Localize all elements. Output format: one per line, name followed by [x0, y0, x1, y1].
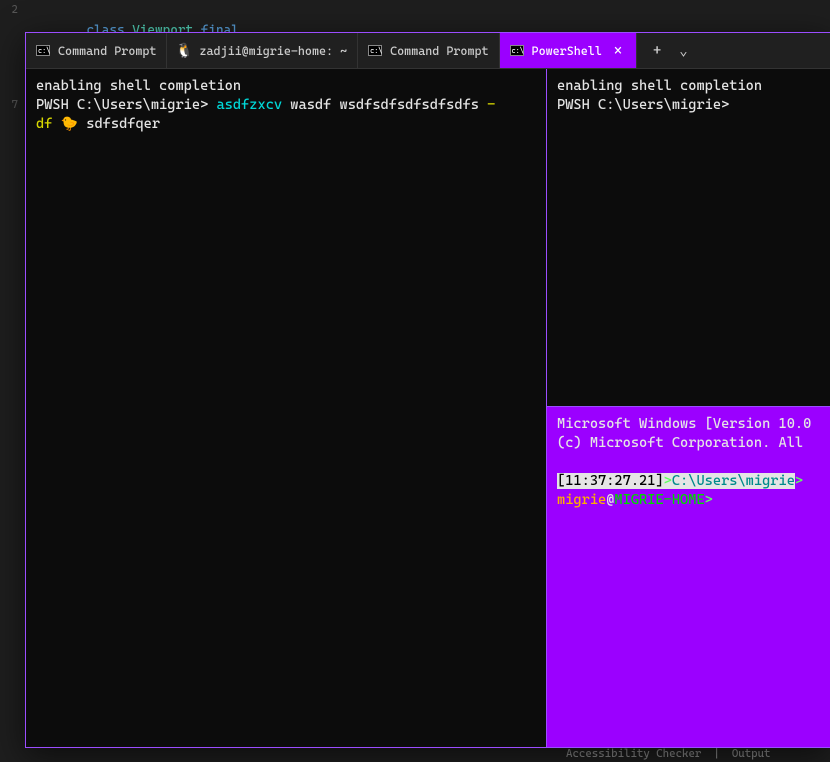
tux-icon: 🐧: [177, 44, 191, 58]
tab-linux[interactable]: 🐧 zadjii@migrie-home: ~: [167, 33, 358, 68]
pane-right: enabling shell completion PWSH C:\Users\…: [547, 69, 830, 747]
term-line: Microsoft Windows [Version 10.0: [557, 416, 811, 432]
term-line: (c) Microsoft Corporation. All: [557, 435, 811, 451]
cmd-icon: c:\: [36, 45, 50, 56]
status-output[interactable]: Output: [732, 747, 771, 760]
prompt-sep: >: [664, 473, 672, 489]
prompt-host: MIGRIE-HOME: [614, 492, 704, 508]
pane-right-bottom[interactable]: Microsoft Windows [Version 10.0 (c) Micr…: [547, 407, 830, 747]
pane-right-top[interactable]: enabling shell completion PWSH C:\Users\…: [547, 69, 830, 407]
pane-left[interactable]: enabling shell completion PWSH C:\Users\…: [26, 69, 547, 747]
new-tab-button[interactable]: +: [647, 39, 667, 63]
cmd-token: asdfzxcv: [216, 97, 282, 113]
tab-command-prompt-1[interactable]: c:\ Command Prompt: [26, 33, 167, 68]
editor-gutter: 27: [0, 0, 22, 762]
emoji-icon: 🐤: [61, 116, 78, 132]
prompt-sep: >: [795, 473, 803, 489]
cmd-icon: c:\: [368, 45, 382, 56]
tab-label: Command Prompt: [390, 44, 488, 58]
terminal-panes: enabling shell completion PWSH C:\Users\…: [26, 69, 830, 747]
tab-label: Command Prompt: [58, 44, 156, 58]
term-line: enabling shell completion: [557, 78, 762, 94]
cmd-token: -: [487, 97, 495, 113]
tab-powershell[interactable]: c:\ PowerShell ×: [500, 33, 638, 68]
timestamp: [11:37:27.21]: [557, 473, 664, 489]
close-icon[interactable]: ×: [610, 43, 626, 59]
cmd-token: sdfsdfqer: [78, 116, 160, 132]
status-accessibility[interactable]: Accessibility Checker: [566, 747, 701, 760]
cmd-token: wasdf wsdfsdfsdfsdfsdfs: [282, 97, 487, 113]
tab-bar: c:\ Command Prompt 🐧 zadjii@migrie-home:…: [26, 33, 830, 69]
prompt: PWSH C:\Users\migrie>: [557, 97, 729, 113]
tab-command-prompt-2[interactable]: c:\ Command Prompt: [358, 33, 499, 68]
terminal-window: c:\ Command Prompt 🐧 zadjii@migrie-home:…: [25, 32, 830, 748]
prompt-tail: >: [705, 492, 713, 508]
tab-label: zadjii@migrie-home: ~: [199, 44, 347, 58]
prompt: PWSH C:\Users\migrie>: [36, 97, 216, 113]
prompt-user: migrie: [557, 492, 606, 508]
term-line: enabling shell completion: [36, 78, 241, 94]
tab-label: PowerShell: [532, 44, 602, 58]
cmd-icon: c:\: [510, 45, 524, 56]
tab-dropdown-button[interactable]: ⌄: [673, 39, 693, 63]
prompt-path: C:\Users\migrie: [672, 473, 795, 489]
cmd-token: df: [36, 116, 61, 132]
tab-controls: + ⌄: [637, 33, 704, 68]
